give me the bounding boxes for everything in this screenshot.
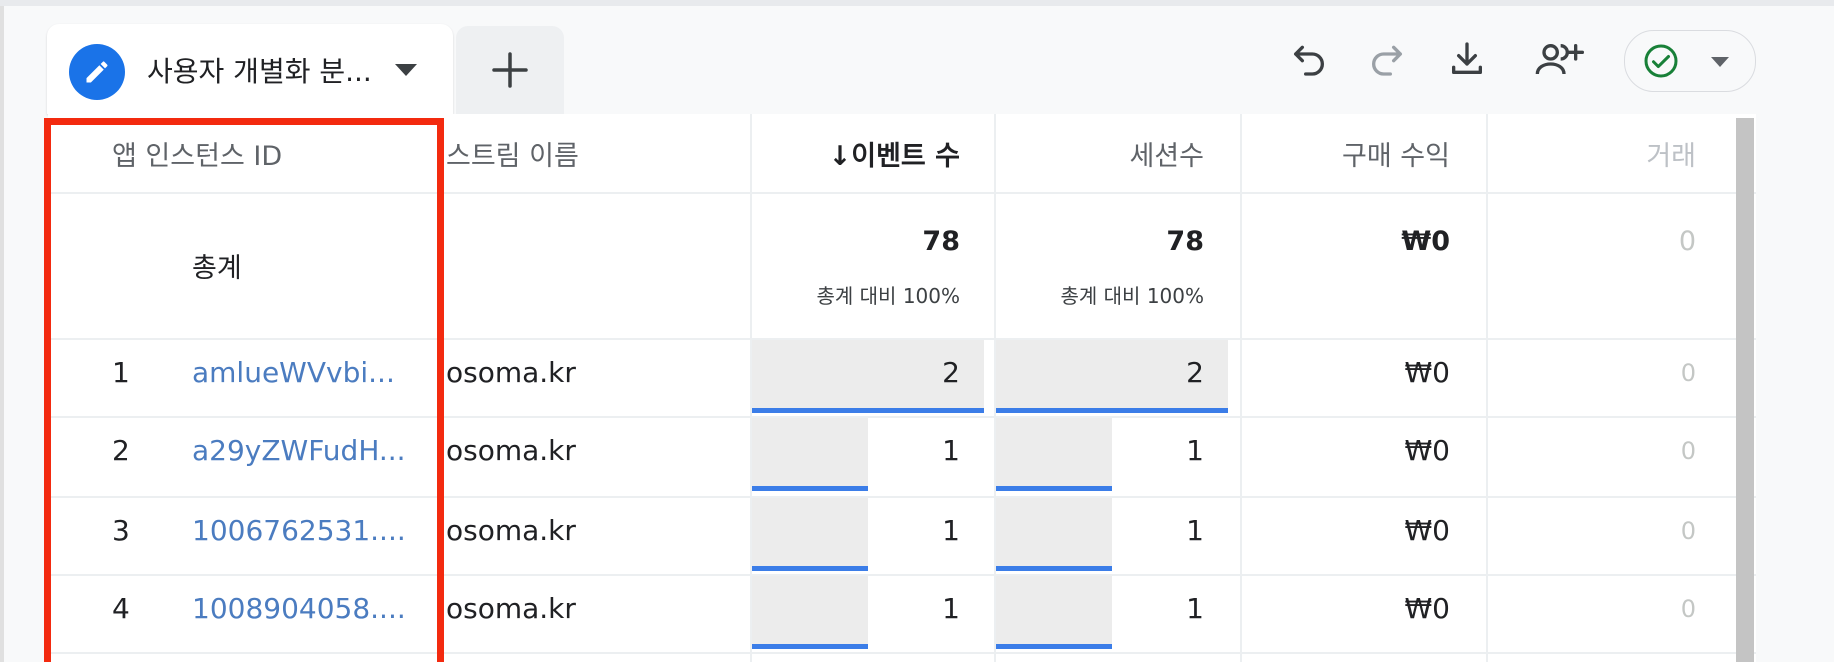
event-count: 1 [942,434,960,467]
tab-title: 사용자 개별화 분... [147,55,372,88]
header-transactions[interactable]: 거래 [1516,134,1696,173]
session-count: 1 [1186,434,1204,467]
event-count: 1 [942,592,960,625]
left-divider [0,6,4,662]
sessions-bar-line [996,486,1112,491]
share-users-icon[interactable] [1530,36,1588,82]
exploration-tab[interactable]: 사용자 개별화 분... [47,24,453,114]
events-bar-line [752,644,868,649]
column-divider [1486,114,1488,662]
purchase-revenue: ₩0 [1404,434,1451,467]
purchase-revenue: ₩0 [1404,592,1451,625]
column-divider [1240,114,1242,662]
transaction-count: 0 [1680,595,1696,623]
plus-icon [492,52,528,88]
sessions-bar-line [996,644,1112,649]
header-sessions[interactable]: 세션수 [1024,134,1204,173]
stream-name: osoma.kr [446,514,576,547]
transaction-count: 0 [1680,359,1696,387]
session-count: 1 [1186,514,1204,547]
events-bar-line [752,566,868,571]
undo-icon[interactable] [1286,36,1332,82]
event-count: 1 [942,514,960,547]
totals-events-percent: 총계 대비 100% [816,284,961,308]
edit-pencil-icon[interactable] [69,44,125,100]
events-bar-line [752,486,868,491]
status-menu-button[interactable] [1624,30,1756,92]
header-event-count[interactable]: ↓이벤트 수 [780,134,960,173]
chevron-down-icon [1711,57,1729,67]
totals-revenue: ₩0 [1401,226,1450,257]
redo-icon[interactable] [1364,36,1410,82]
totals-transactions: 0 [1678,226,1696,257]
purchase-revenue: ₩0 [1404,514,1451,547]
sessions-bar-line [996,566,1112,571]
download-icon[interactable] [1444,36,1490,82]
tab-dropdown-icon[interactable] [395,64,417,76]
add-tab-button[interactable] [456,26,564,114]
transaction-count: 0 [1680,517,1696,545]
stream-name: osoma.kr [446,356,576,389]
event-count: 2 [942,356,960,389]
transaction-count: 0 [1680,437,1696,465]
purchase-revenue: ₩0 [1404,356,1451,389]
stream-name: osoma.kr [446,592,576,625]
top-divider [0,0,1834,6]
sessions-bar-line [996,408,1228,413]
totals-events: 78 [922,226,960,257]
header-purchase-revenue[interactable]: 구매 수익 [1270,134,1450,173]
events-bar-line [752,408,984,413]
check-circle-icon [1644,44,1678,78]
session-count: 2 [1186,356,1204,389]
instance-id-column-highlight [44,118,444,662]
totals-sessions-percent: 총계 대비 100% [1060,284,1205,308]
session-count: 1 [1186,592,1204,625]
header-stream-name[interactable]: 스트림 이름 [446,134,579,173]
totals-sessions: 78 [1166,226,1204,257]
stream-name: osoma.kr [446,434,576,467]
vertical-scrollbar[interactable] [1736,118,1754,662]
